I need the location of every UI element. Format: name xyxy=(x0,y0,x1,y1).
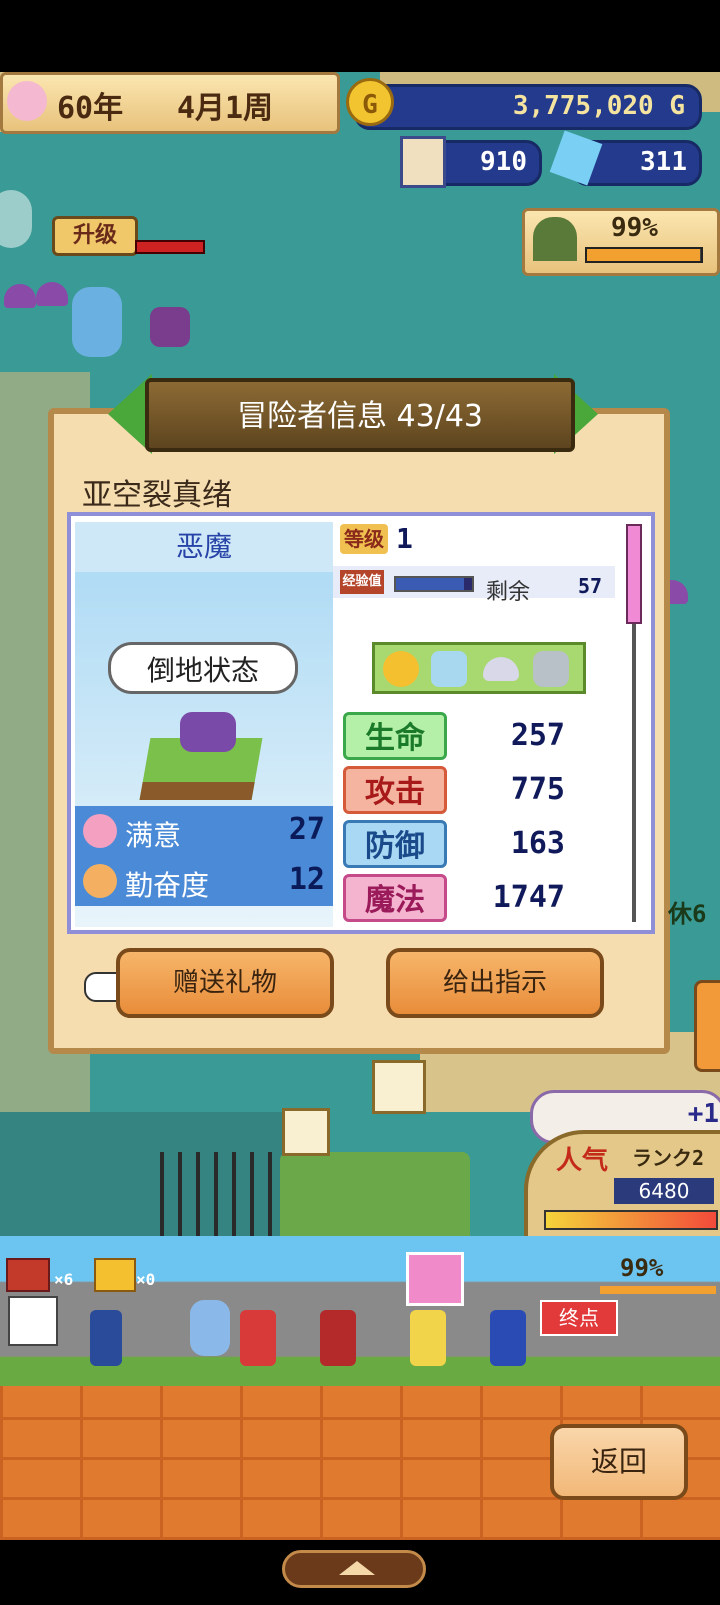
diligence-value: 12 xyxy=(288,862,325,897)
gauntlet-icon xyxy=(533,651,569,687)
farm-field[interactable] xyxy=(280,1152,470,1240)
status-bar xyxy=(0,0,720,72)
status-bubble: 倒地状态 xyxy=(108,642,298,694)
demon-character-icon xyxy=(180,712,236,752)
satisfaction-value: 27 xyxy=(288,812,325,847)
magic-value: 1747 xyxy=(492,880,565,915)
gem-count: 311 xyxy=(640,147,687,177)
level-up-badge: 升级 xyxy=(52,216,138,256)
sakura-icon xyxy=(7,81,47,121)
scrollbar-track[interactable] xyxy=(632,624,636,922)
demon-icon xyxy=(150,307,190,347)
cave-icon xyxy=(533,217,577,261)
satisfaction-row: 满意 27 xyxy=(75,806,333,856)
mushroom-icon xyxy=(36,282,68,306)
date-panel: 60年 4月1周 xyxy=(0,72,340,134)
banana-icon[interactable] xyxy=(372,1060,426,1114)
strip-progress-bar xyxy=(600,1286,716,1294)
gift-button[interactable]: 赠送礼物 xyxy=(116,948,334,1018)
exp-bar xyxy=(394,576,474,592)
year-text: 60年 xyxy=(57,91,124,126)
coin-icon: G xyxy=(346,78,394,126)
up-arrow-icon xyxy=(339,1561,375,1575)
house-icon xyxy=(400,136,446,188)
party-member xyxy=(90,1310,122,1366)
popularity-panel[interactable]: 人气 ランク2 6480 xyxy=(524,1130,720,1248)
party-leader-avatar[interactable] xyxy=(8,1296,58,1346)
chest-count: ×6 xyxy=(54,1270,74,1289)
mushroom-icon xyxy=(4,284,36,308)
gold-amount: 3,775,020 G xyxy=(512,91,685,121)
gold-panel: 3,775,020 G xyxy=(354,84,702,130)
fist-icon xyxy=(83,864,117,898)
strip-percent: 99% xyxy=(620,1254,664,1282)
hp-value: 257 xyxy=(510,718,565,753)
level-label: 等级 xyxy=(340,524,388,554)
dungeon-progress-bar xyxy=(585,247,703,263)
attack-badge: 攻击 xyxy=(343,766,447,814)
party-member xyxy=(320,1310,356,1366)
magic-badge: 魔法 xyxy=(343,874,447,922)
satisfaction-label: 满意 xyxy=(125,819,182,852)
defense-value: 163 xyxy=(510,826,565,861)
popularity-value: 6480 xyxy=(614,1178,714,1204)
party-member xyxy=(190,1300,230,1356)
level-value: 1 xyxy=(396,522,413,555)
adventurer-sprite[interactable] xyxy=(60,252,200,362)
dialog-title: 冒险者信息 43/43 xyxy=(145,378,575,452)
party-member xyxy=(240,1310,276,1366)
armor-icon xyxy=(431,651,467,687)
remain-value: 57 xyxy=(578,574,603,598)
peach-icon[interactable] xyxy=(282,1108,330,1156)
party-members[interactable] xyxy=(90,1300,530,1370)
week-text: 4月1周 xyxy=(177,91,274,126)
back-button[interactable]: 返回 xyxy=(550,1424,688,1500)
navigation-bar xyxy=(0,1540,720,1605)
attack-value: 775 xyxy=(510,772,565,807)
chest-icon xyxy=(6,1258,50,1292)
popularity-rank: ランク2 xyxy=(632,1146,705,1170)
expand-menu-button[interactable] xyxy=(282,1550,426,1588)
hp-bar xyxy=(135,240,205,254)
remain-label: 剩余 xyxy=(486,580,531,605)
scrollbar-thumb[interactable] xyxy=(626,524,642,624)
sunflower-staff-icon xyxy=(383,651,419,687)
key-count: ×0 xyxy=(136,1270,156,1289)
house-count: 910 xyxy=(480,147,527,177)
class-label: 恶魔 xyxy=(75,522,333,572)
gem-drop-icon[interactable] xyxy=(406,1252,464,1306)
key-chest-icon xyxy=(94,1258,136,1292)
rest-label: 休6 xyxy=(668,900,707,928)
diligence-label: 勤奋度 xyxy=(125,869,210,902)
exp-bar-fill xyxy=(396,578,465,590)
side-expand-button[interactable] xyxy=(694,980,720,1072)
defense-badge: 防御 xyxy=(343,820,447,868)
instruct-button[interactable]: 给出指示 xyxy=(386,948,604,1018)
popularity-bar xyxy=(544,1210,718,1230)
goal-sign: 终点 xyxy=(540,1300,618,1336)
popularity-label: 人气 xyxy=(556,1146,609,1176)
equipment-slots[interactable] xyxy=(372,642,586,694)
monster-icon xyxy=(72,287,122,357)
side-menu-button[interactable] xyxy=(0,190,32,248)
dungeon-progress-fill xyxy=(587,249,700,261)
heart-icon xyxy=(83,814,117,848)
hp-badge: 生命 xyxy=(343,712,447,760)
helmet-icon xyxy=(483,657,519,681)
party-member xyxy=(410,1310,446,1366)
dungeon-percent: 99% xyxy=(611,213,658,243)
bonus-value: +1 xyxy=(687,1099,719,1129)
party-member xyxy=(490,1310,526,1366)
adventurer-name: 亚空裂真绪 xyxy=(82,478,232,513)
exp-label: 经验值 xyxy=(340,570,384,594)
diligence-row: 勤奋度 12 xyxy=(75,856,333,906)
dungeon-progress-panel[interactable]: 99% xyxy=(522,208,720,276)
